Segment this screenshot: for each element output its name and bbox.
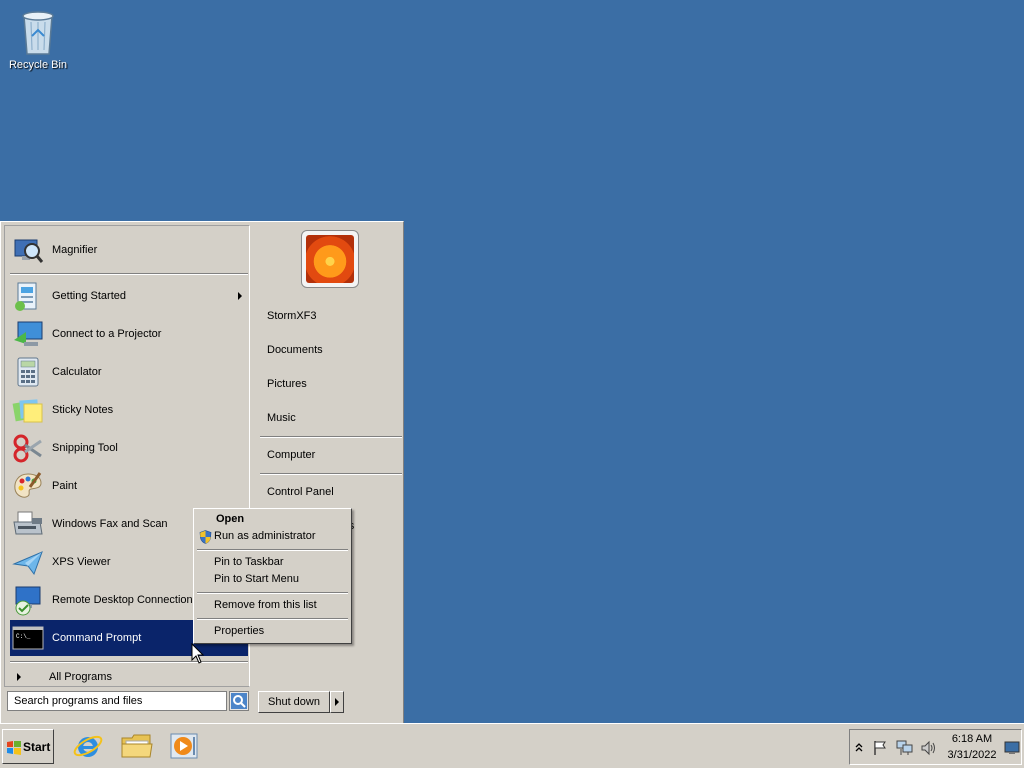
show-desktop-icon[interactable] xyxy=(1004,741,1020,755)
shutdown-options-button[interactable] xyxy=(330,691,344,713)
action-center-flag-icon[interactable] xyxy=(872,740,888,756)
internet-explorer-icon xyxy=(73,735,103,757)
getting-started-icon xyxy=(12,280,44,312)
command-prompt-icon: C:\_ xyxy=(12,622,44,654)
context-item-label: Run as administrator xyxy=(214,530,316,542)
network-icon[interactable] xyxy=(896,740,914,756)
program-label: Windows Fax and Scan xyxy=(52,518,168,530)
program-label: Remote Desktop Connection xyxy=(52,594,193,606)
context-item-properties[interactable]: Properties xyxy=(196,623,349,640)
flower-avatar-icon xyxy=(306,235,354,283)
separator xyxy=(197,618,348,620)
search-icon xyxy=(231,693,247,709)
calculator-icon xyxy=(12,356,44,388)
clock-time[interactable]: 6:18 AM xyxy=(944,733,1000,745)
taskbar-internet-explorer[interactable] xyxy=(72,730,104,762)
expand-arrow-icon xyxy=(17,673,21,681)
program-label: Paint xyxy=(52,480,78,492)
xps-viewer-icon xyxy=(12,546,44,578)
separator xyxy=(197,549,348,551)
fax-icon xyxy=(12,508,44,540)
context-item-remove-from-this-list[interactable]: Remove from this list xyxy=(196,597,349,614)
program-item-snipping-tool[interactable]: Snipping Tool xyxy=(10,430,248,466)
recycle-bin-icon xyxy=(22,11,54,55)
right-item-music[interactable]: Music xyxy=(260,405,402,431)
user-picture[interactable] xyxy=(301,230,359,288)
context-item-pin-to-start-menu[interactable]: Pin to Start Menu xyxy=(196,571,349,588)
taskbar-media-player[interactable] xyxy=(168,730,200,762)
media-player-icon xyxy=(170,733,198,759)
submenu-arrow-icon xyxy=(238,292,242,300)
notification-area: 6:18 AM 3/31/2022 xyxy=(849,729,1022,765)
right-item-documents[interactable]: Documents xyxy=(260,337,402,363)
program-label: XPS Viewer xyxy=(52,556,111,568)
mouse-cursor-icon xyxy=(191,643,205,664)
right-item-pictures[interactable]: Pictures xyxy=(260,371,402,397)
right-item-computer[interactable]: Computer xyxy=(260,442,402,468)
program-item-calculator[interactable]: Calculator xyxy=(10,354,248,390)
paint-palette-icon xyxy=(12,470,44,502)
separator xyxy=(260,436,402,438)
show-hidden-icons-button[interactable] xyxy=(854,741,864,755)
volume-icon[interactable] xyxy=(920,740,938,756)
shutdown-button[interactable]: Shut down xyxy=(258,691,330,713)
svg-text:C:\_: C:\_ xyxy=(16,633,31,640)
start-button[interactable]: Start xyxy=(2,729,54,764)
search-button[interactable] xyxy=(229,691,249,711)
program-label: Getting Started xyxy=(52,290,126,302)
magnifier-icon xyxy=(12,234,44,266)
program-label: Calculator xyxy=(52,366,102,378)
program-label: Sticky Notes xyxy=(52,404,114,416)
start-label: Start xyxy=(23,740,51,754)
taskbar-windows-explorer[interactable] xyxy=(120,730,153,762)
program-item-getting-started[interactable]: Getting Started xyxy=(10,278,248,314)
context-item-open[interactable]: Open xyxy=(196,511,349,528)
program-item-sticky-notes[interactable]: Sticky Notes xyxy=(10,392,248,428)
recycle-bin-desktop-icon[interactable]: Recycle Bin xyxy=(6,6,70,72)
separator xyxy=(197,592,348,594)
program-label: Command Prompt xyxy=(52,632,142,644)
scissors-icon xyxy=(12,432,44,464)
folder-icon xyxy=(121,734,153,758)
context-item-pin-to-taskbar[interactable]: Pin to Taskbar xyxy=(196,554,349,571)
clock-date[interactable]: 3/31/2022 xyxy=(944,749,1000,761)
recycle-bin-label: Recycle Bin xyxy=(8,59,68,71)
all-programs-label: All Programs xyxy=(49,671,112,683)
program-item-magnifier[interactable]: Magnifier xyxy=(10,232,248,268)
program-item-paint[interactable]: Paint xyxy=(10,468,248,504)
sticky-notes-icon xyxy=(12,394,44,426)
windows-logo-icon xyxy=(7,741,21,755)
arrow-right-icon xyxy=(335,698,339,706)
separator xyxy=(10,273,248,275)
separator xyxy=(10,661,248,663)
right-item-user[interactable]: StormXF3 xyxy=(260,303,402,329)
separator xyxy=(260,473,402,475)
remote-desktop-icon xyxy=(12,584,44,616)
right-item-control-panel[interactable]: Control Panel xyxy=(260,479,402,505)
uac-shield-icon xyxy=(199,530,212,544)
program-item-connect-to-a-projector[interactable]: Connect to a Projector xyxy=(10,316,248,352)
search-input[interactable]: Search programs and files xyxy=(7,691,227,711)
program-label: Magnifier xyxy=(52,244,98,256)
projector-icon xyxy=(12,318,44,350)
program-label: Snipping Tool xyxy=(52,442,118,454)
program-label: Connect to a Projector xyxy=(52,328,162,340)
all-programs-button[interactable]: All Programs xyxy=(13,668,243,688)
context-menu: Open Run as administrator Pin to Taskbar… xyxy=(193,508,352,644)
context-item-run-as-administrator[interactable]: Run as administrator xyxy=(196,528,349,545)
taskbar: Start 6:18 AM 3/31/2022 xyxy=(0,723,1024,768)
